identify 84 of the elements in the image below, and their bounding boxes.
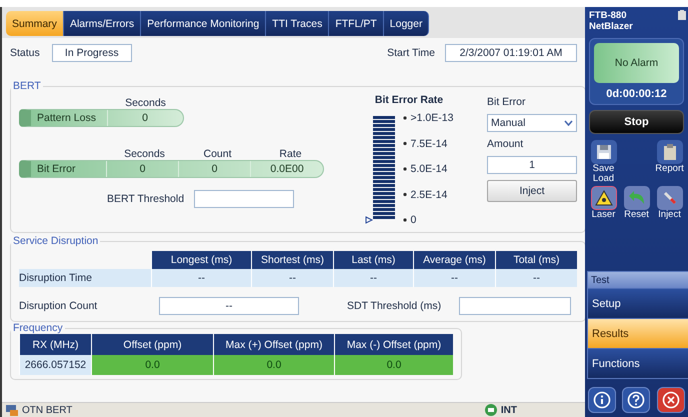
column-header: Total (ms): [495, 251, 577, 269]
column-header: Shortest (ms): [251, 251, 333, 269]
table-cell: 0.0: [91, 355, 213, 375]
meter-title: Bit Error Rate: [374, 94, 444, 106]
counter-value: 0: [107, 161, 180, 177]
row-label: Disruption Time: [19, 269, 151, 287]
scale-label: 5.0E-14: [410, 163, 448, 175]
table-cell: 0.0: [334, 355, 453, 375]
column-header: Max (-) Offset (ppm): [334, 334, 453, 355]
sdt-threshold-field[interactable]: [459, 297, 572, 315]
tool-button[interactable]: Laser: [587, 186, 620, 220]
start-time-field: 2/3/2007 01:19:01 AM: [445, 44, 577, 62]
nav-section-title: Test: [588, 272, 688, 288]
column-header: Seconds: [124, 97, 167, 109]
row-label: Bit Error: [31, 161, 108, 177]
tab[interactable]: Summary: [6, 11, 64, 36]
amount-label: Amount: [487, 138, 524, 150]
inject-type-label: Bit Error: [487, 96, 527, 108]
count-field: --: [159, 297, 299, 315]
section-title: BERT: [12, 80, 42, 92]
tool-button[interactable]: Report: [653, 140, 686, 184]
column-header: Max (+) Offset (ppm): [213, 334, 334, 355]
battery-icon: [678, 10, 686, 20]
column-header: Longest (ms): [151, 251, 251, 269]
column-header: Last (ms): [333, 251, 413, 269]
nav-item[interactable]: Setup: [588, 288, 688, 318]
tool-button[interactable]: Reset: [620, 186, 653, 220]
nav-item[interactable]: Functions: [588, 348, 688, 378]
section-title: Frequency: [12, 322, 64, 334]
clock-source-icon: [484, 404, 497, 416]
column-header: RX (MHz): [19, 334, 91, 355]
start-time-label: Start Time: [387, 47, 435, 59]
inject-button[interactable]: Inject: [487, 180, 577, 202]
device-model: NetBlazer: [588, 21, 633, 32]
section-title: Service Disruption: [12, 235, 100, 247]
test-timer: 0d:00:00:12: [606, 88, 667, 100]
tool-button[interactable]: Inject: [653, 186, 686, 220]
help-button[interactable]: [622, 387, 650, 413]
counter-value: 0: [141, 111, 149, 126]
threshold-label: BERT Threshold: [107, 193, 184, 205]
tab[interactable]: Logger: [384, 11, 430, 36]
tab[interactable]: FTFL/PT: [329, 11, 384, 36]
close-button[interactable]: [656, 387, 685, 413]
tool-button[interactable]: Save Load: [587, 140, 620, 184]
scale-label: >1.0E-13: [410, 112, 454, 124]
column-header: Count: [202, 148, 233, 160]
syringe-icon: [656, 186, 682, 210]
tab[interactable]: TTI Traces: [266, 11, 330, 36]
table-cell: --: [495, 269, 577, 287]
threshold-field[interactable]: [194, 190, 294, 208]
clipboard-icon: [656, 140, 682, 164]
table-cell: --: [251, 269, 333, 287]
count-label: Disruption Count: [19, 300, 98, 312]
status-field: In Progress: [52, 44, 132, 62]
amount-field[interactable]: 1: [487, 156, 577, 174]
row-label: Pattern Loss: [31, 110, 108, 126]
chevron-down-icon: [564, 120, 573, 126]
table-cell: --: [333, 269, 413, 287]
nav-item[interactable]: Results: [588, 318, 688, 348]
stop-button[interactable]: Stop: [589, 110, 684, 134]
scale-label: 7.5E-14: [410, 138, 448, 150]
scale-label: 2.5E-14: [410, 188, 448, 200]
table-cell: --: [413, 269, 495, 287]
test-name: OTN BERT: [22, 404, 72, 416]
status-label: Status: [10, 47, 40, 59]
tab[interactable]: Performance Monitoring: [141, 11, 266, 36]
table-cell: 0.0: [213, 355, 334, 375]
scale-label: 0: [410, 214, 418, 226]
clock-source: INT: [500, 404, 517, 416]
column-header: Seconds: [123, 148, 166, 160]
column-header: Offset (ppm): [91, 334, 213, 355]
info-button[interactable]: [588, 387, 616, 413]
test-icon: [6, 404, 18, 416]
sdt-threshold-label: SDT Threshold (ms): [347, 300, 442, 312]
device-name: FTB-880: [588, 10, 628, 21]
column-header: Average (ms): [413, 251, 495, 269]
table-cell: --: [151, 269, 251, 287]
table-cell: 2666.057152: [19, 355, 91, 375]
mode-dropdown[interactable]: Manual: [487, 114, 577, 132]
column-header: Rate: [278, 148, 303, 160]
tab[interactable]: Alarms/Errors: [64, 11, 142, 36]
counter-value: 0.0E00: [269, 162, 305, 177]
alarm-indicator: No Alarm: [594, 43, 679, 83]
counter-value: 0: [179, 161, 252, 177]
